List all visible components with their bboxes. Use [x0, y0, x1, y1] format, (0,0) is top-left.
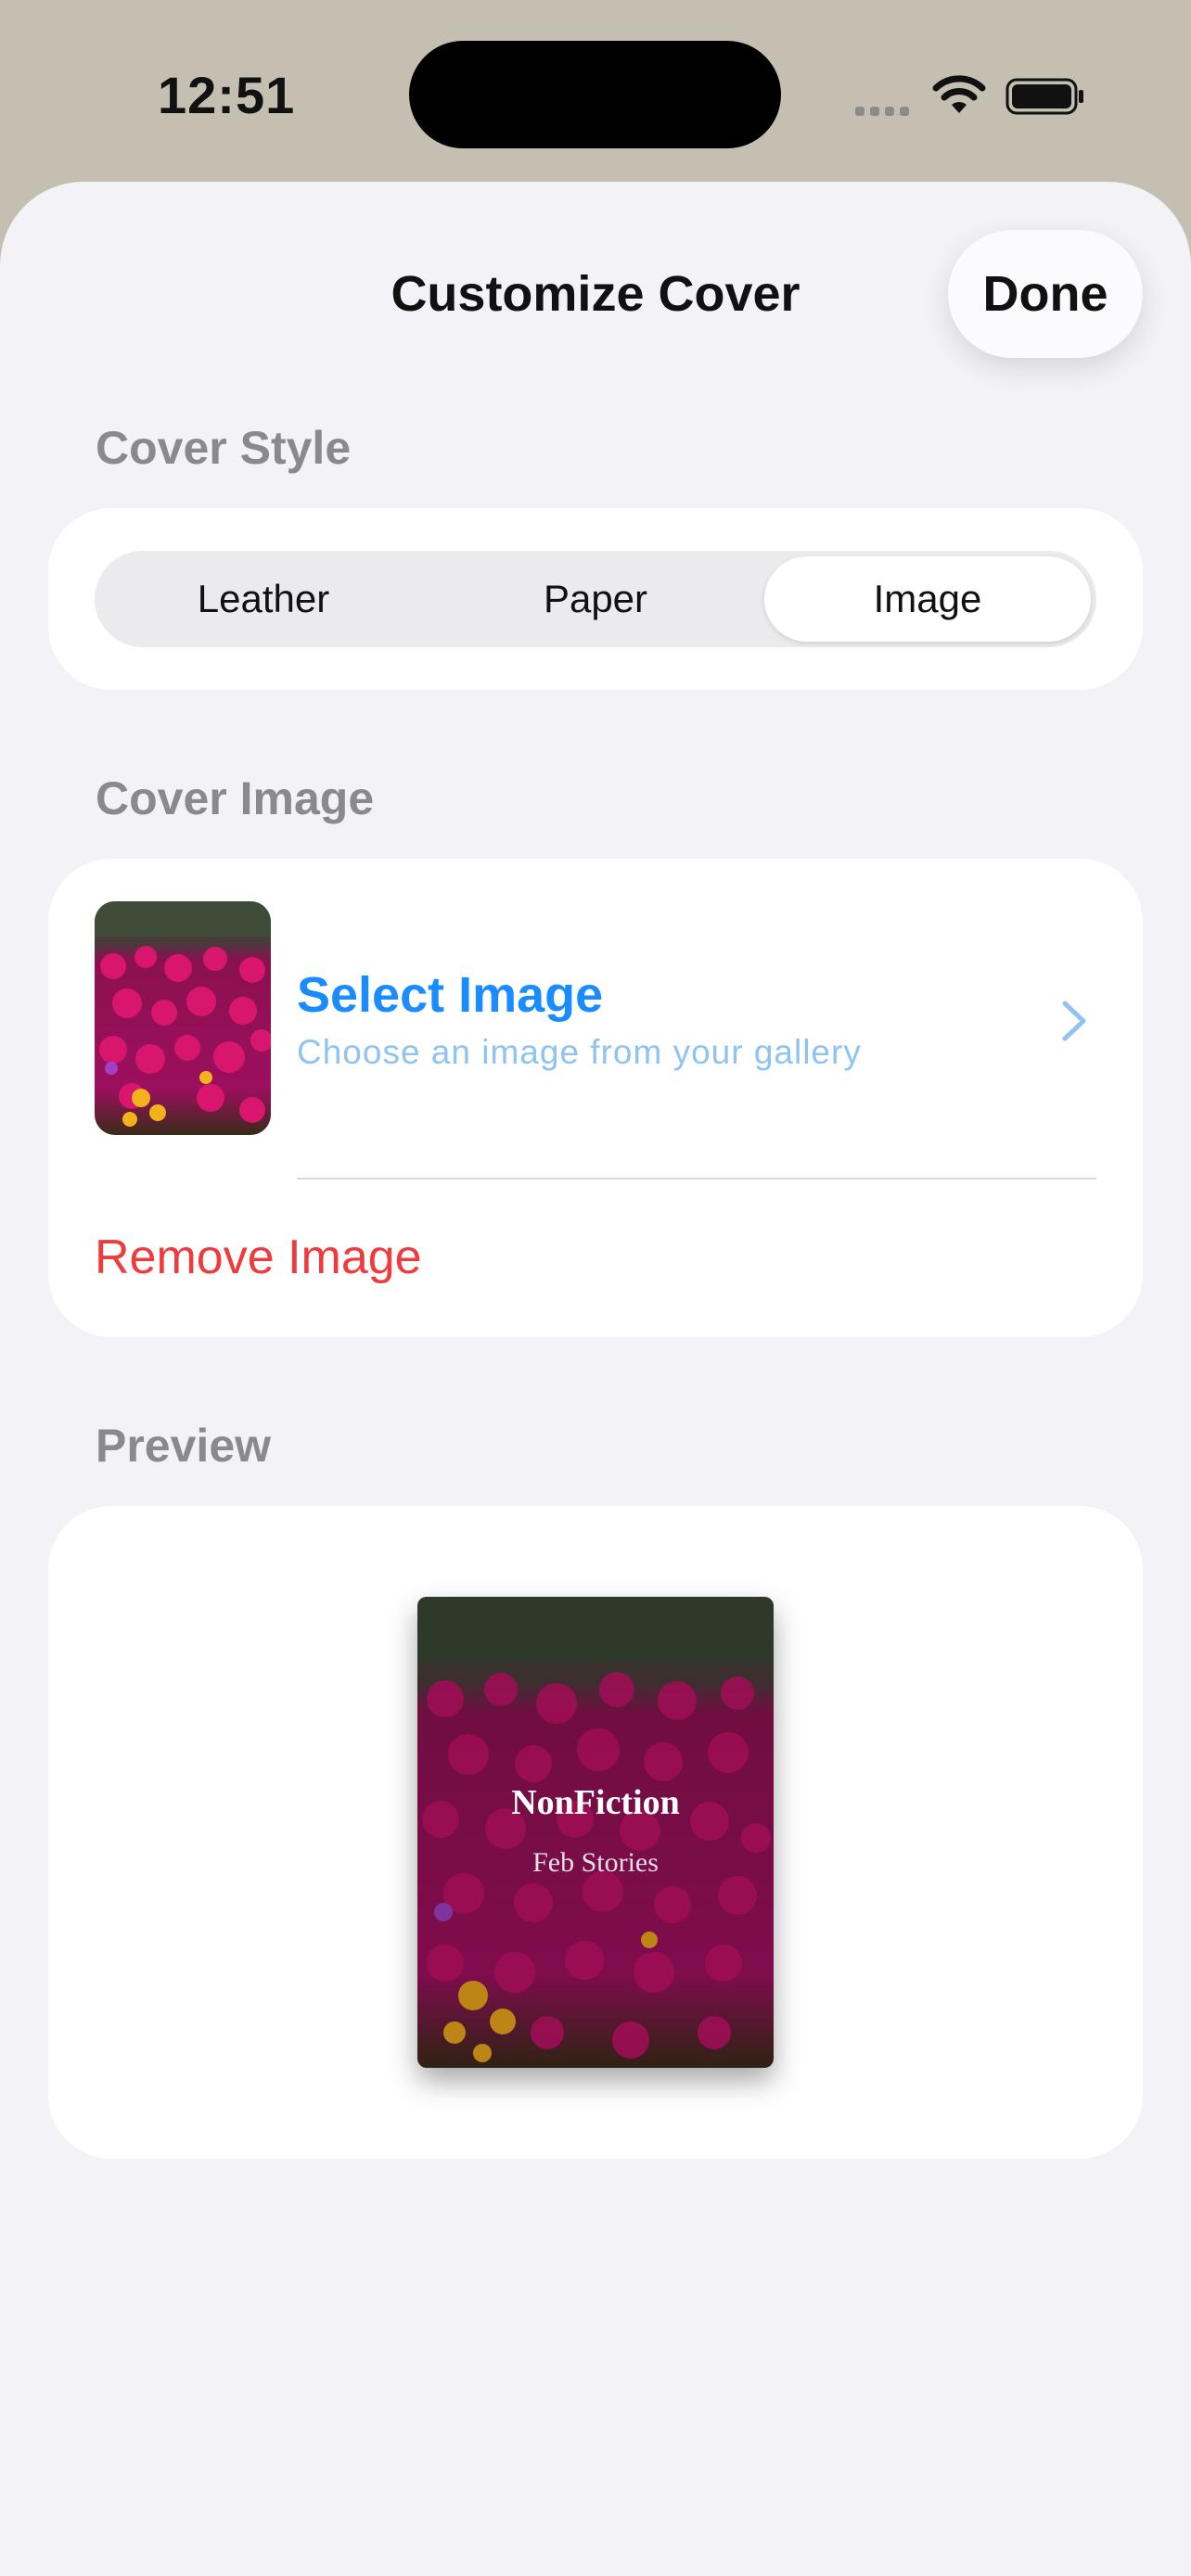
cellular-signal-icon — [855, 104, 915, 121]
status-time: 12:51 — [158, 66, 296, 124]
book-cover-preview: NonFiction Feb Stories — [417, 1597, 774, 2068]
segment-leather[interactable]: Leather — [100, 556, 427, 642]
select-image-subtitle: Choose an image from your gallery — [297, 1033, 862, 1071]
remove-image-button[interactable]: Remove Image — [95, 1230, 422, 1285]
preview-label: Preview — [96, 1420, 272, 1472]
cover-style-segmented-control: Leather Paper Image — [95, 551, 1096, 647]
battery-icon — [1005, 78, 1083, 115]
status-bar: 12:51 — [0, 0, 1191, 185]
wifi-icon — [932, 75, 986, 113]
preview-card: NonFiction Feb Stories — [48, 1506, 1143, 2159]
flower-thumbnail-image — [95, 901, 271, 1135]
cover-image-label: Cover Image — [96, 772, 375, 824]
selected-image-thumbnail[interactable] — [95, 901, 271, 1135]
customize-cover-sheet: Customize Cover Done Cover Style Leather… — [0, 182, 1191, 2576]
book-subtitle: Feb Stories — [532, 1847, 659, 1878]
done-button[interactable]: Done — [948, 230, 1143, 358]
select-image-title[interactable]: Select Image — [297, 966, 603, 1024]
chevron-right-icon[interactable] — [1059, 998, 1091, 1044]
flower-cover-image — [417, 1597, 774, 2068]
row-divider — [297, 1178, 1096, 1180]
segment-paper[interactable]: Paper — [432, 556, 759, 642]
segment-image[interactable]: Image — [764, 556, 1091, 642]
cover-image-card: Select Image Choose an image from your g… — [48, 859, 1143, 1337]
dynamic-island — [409, 41, 781, 148]
book-title: NonFiction — [511, 1783, 680, 1822]
cover-style-card: Leather Paper Image — [48, 508, 1143, 690]
cover-style-label: Cover Style — [96, 422, 352, 474]
